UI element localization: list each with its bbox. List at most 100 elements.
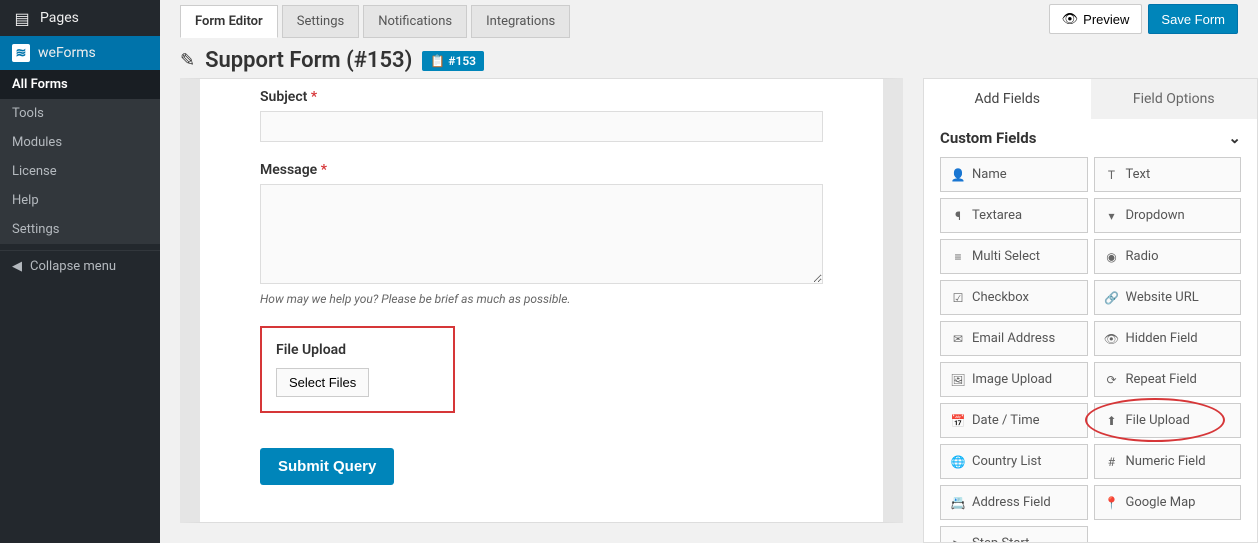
tab-integrations[interactable]: Integrations bbox=[471, 5, 570, 38]
form-id-badge[interactable]: 📋 #153 bbox=[422, 51, 484, 71]
image-upload-icon: 🖼 bbox=[951, 373, 965, 387]
field-item-label: Dropdown bbox=[1126, 208, 1185, 223]
field-item-radio[interactable]: ◉ Radio bbox=[1094, 239, 1242, 274]
field-item-text[interactable]: TText bbox=[1094, 157, 1242, 192]
copy-icon: 📋 bbox=[430, 54, 445, 68]
field-subject[interactable]: Subject * bbox=[260, 89, 823, 142]
sidebar-sub-item[interactable]: Help bbox=[0, 186, 160, 215]
subject-label: Subject * bbox=[260, 89, 823, 105]
sidebar-sub-item[interactable]: License bbox=[0, 157, 160, 186]
preview-button[interactable]: 👁 Preview bbox=[1049, 4, 1143, 34]
field-item-email-address[interactable]: ✉ Email Address bbox=[940, 321, 1088, 356]
field-item-label: Textarea bbox=[972, 208, 1022, 223]
pages-icon: ▤ bbox=[12, 8, 32, 28]
right-panel: Add Fields Field Options Custom Fields ⌄… bbox=[923, 78, 1258, 543]
field-item-file-upload[interactable]: ⬆File Upload bbox=[1094, 403, 1242, 438]
sidebar-sub-item[interactable]: All Forms bbox=[0, 70, 160, 99]
email-address-icon: ✉ bbox=[951, 332, 965, 346]
top-actions: 👁 Preview Save Form bbox=[1049, 4, 1238, 34]
form-title: Support Form (#153) bbox=[205, 48, 412, 73]
field-item-label: Date / Time bbox=[972, 413, 1040, 428]
file-upload-label: File Upload bbox=[276, 342, 439, 358]
collapse-menu[interactable]: ◀ Collapse menu bbox=[0, 250, 160, 282]
custom-fields-heading-text: Custom Fields bbox=[940, 129, 1036, 147]
field-item-label: Step Start bbox=[972, 536, 1029, 543]
message-label-text: Message bbox=[260, 162, 317, 178]
tab-add-fields[interactable]: Add Fields bbox=[924, 79, 1091, 119]
submit-button[interactable]: Submit Query bbox=[260, 448, 394, 485]
preview-label: Preview bbox=[1083, 12, 1129, 27]
field-file-upload[interactable]: File Upload Select Files bbox=[260, 326, 823, 413]
collapse-icon: ◀ bbox=[12, 259, 22, 274]
field-item-address-field[interactable]: 📇 Address Field bbox=[940, 485, 1088, 520]
file-upload-icon: ⬆ bbox=[1105, 414, 1119, 428]
field-item-textarea[interactable]: ¶ Textarea bbox=[940, 198, 1088, 233]
field-item-label: Repeat Field bbox=[1126, 372, 1197, 387]
eye-icon: 👁 bbox=[1062, 11, 1079, 27]
field-item-label: Multi Select bbox=[972, 249, 1040, 264]
sidebar-item-pages[interactable]: ▤ Pages bbox=[0, 0, 160, 36]
field-item-name[interactable]: 👤Name bbox=[940, 157, 1088, 192]
dropdown-icon: ▾ bbox=[1105, 209, 1119, 223]
field-item-label: Email Address bbox=[972, 331, 1055, 346]
field-item-dropdown[interactable]: ▾ Dropdown bbox=[1094, 198, 1242, 233]
field-item-google-map[interactable]: 📍Google Map bbox=[1094, 485, 1242, 520]
text-icon: T bbox=[1105, 168, 1119, 182]
collapse-label: Collapse menu bbox=[30, 259, 116, 274]
sidebar-submenu: All FormsToolsModulesLicenseHelpSettings bbox=[0, 70, 160, 244]
step-start-icon: ▶ bbox=[951, 537, 965, 543]
address-field-icon: 📇 bbox=[951, 496, 965, 510]
field-item-multi-select[interactable]: ≡ Multi Select bbox=[940, 239, 1088, 274]
custom-fields-heading[interactable]: Custom Fields ⌄ bbox=[940, 119, 1241, 157]
message-textarea[interactable] bbox=[260, 184, 823, 284]
tab-notifications[interactable]: Notifications bbox=[363, 5, 467, 38]
field-item-label: Website URL bbox=[1126, 290, 1199, 305]
subject-label-text: Subject bbox=[260, 89, 307, 105]
pencil-icon: ✎ bbox=[180, 50, 195, 71]
field-item-country-list[interactable]: 🌐Country List bbox=[940, 444, 1088, 479]
field-item-checkbox[interactable]: ☑Checkbox bbox=[940, 280, 1088, 315]
right-panel-tabs: Add Fields Field Options bbox=[924, 79, 1257, 119]
admin-sidebar: ▤ Pages ≋ weForms All FormsToolsModulesL… bbox=[0, 0, 160, 543]
numeric-field-icon: # bbox=[1105, 455, 1119, 469]
subject-input[interactable] bbox=[260, 111, 823, 142]
chevron-down-icon: ⌄ bbox=[1228, 129, 1241, 147]
badge-text: #153 bbox=[448, 54, 476, 68]
multi-select-icon: ≡ bbox=[951, 250, 965, 264]
content: Subject * Message * How may we help you?… bbox=[160, 78, 1258, 543]
sidebar-sub-item[interactable]: Tools bbox=[0, 99, 160, 128]
form-canvas: Subject * Message * How may we help you?… bbox=[160, 78, 923, 543]
field-item-hidden-field[interactable]: 👁Hidden Field bbox=[1094, 321, 1242, 356]
sidebar-item-weforms[interactable]: ≋ weForms bbox=[0, 36, 160, 70]
field-item-label: Name bbox=[972, 167, 1007, 182]
sidebar-sub-item[interactable]: Modules bbox=[0, 128, 160, 157]
radio-icon: ◉ bbox=[1105, 250, 1119, 264]
tab-field-options[interactable]: Field Options bbox=[1091, 79, 1258, 119]
textarea-icon: ¶ bbox=[951, 209, 965, 223]
google-map-icon: 📍 bbox=[1105, 496, 1119, 510]
field-item-label: Checkbox bbox=[972, 290, 1029, 305]
titlebar: ✎ Support Form (#153) 📋 #153 bbox=[160, 38, 1258, 83]
field-item-numeric-field[interactable]: #Numeric Field bbox=[1094, 444, 1242, 479]
field-item-image-upload[interactable]: 🖼Image Upload bbox=[940, 362, 1088, 397]
field-item-website-url[interactable]: 🔗 Website URL bbox=[1094, 280, 1242, 315]
field-item-step-start[interactable]: ▶ Step Start bbox=[940, 526, 1088, 543]
canvas-inner: Subject * Message * How may we help you?… bbox=[180, 78, 903, 523]
field-item-label: Radio bbox=[1126, 249, 1159, 264]
tab-settings[interactable]: Settings bbox=[282, 5, 359, 38]
field-grid: 👤NameTText ¶ Textarea ▾ Dropdown ≡ Multi Selec… bbox=[940, 157, 1241, 543]
field-item-label: Hidden Field bbox=[1126, 331, 1198, 346]
repeat-field-icon: ⟳ bbox=[1105, 373, 1119, 387]
select-files-button[interactable]: Select Files bbox=[276, 368, 369, 397]
save-form-button[interactable]: Save Form bbox=[1148, 4, 1238, 34]
tab-form-editor[interactable]: Form Editor bbox=[180, 5, 278, 38]
field-item-repeat-field[interactable]: ⟳ Repeat Field bbox=[1094, 362, 1242, 397]
field-item-date-time[interactable]: 📅 Date / Time bbox=[940, 403, 1088, 438]
field-item-label: Address Field bbox=[972, 495, 1051, 510]
field-message[interactable]: Message * How may we help you? Please be… bbox=[260, 162, 823, 306]
website-url-icon: 🔗 bbox=[1105, 291, 1119, 305]
sidebar-sub-item[interactable]: Settings bbox=[0, 215, 160, 244]
editor-tabs: Form EditorSettingsNotificationsIntegrat… bbox=[180, 1, 574, 38]
date-time-icon: 📅 bbox=[951, 414, 965, 428]
field-item-label: Country List bbox=[972, 454, 1042, 469]
